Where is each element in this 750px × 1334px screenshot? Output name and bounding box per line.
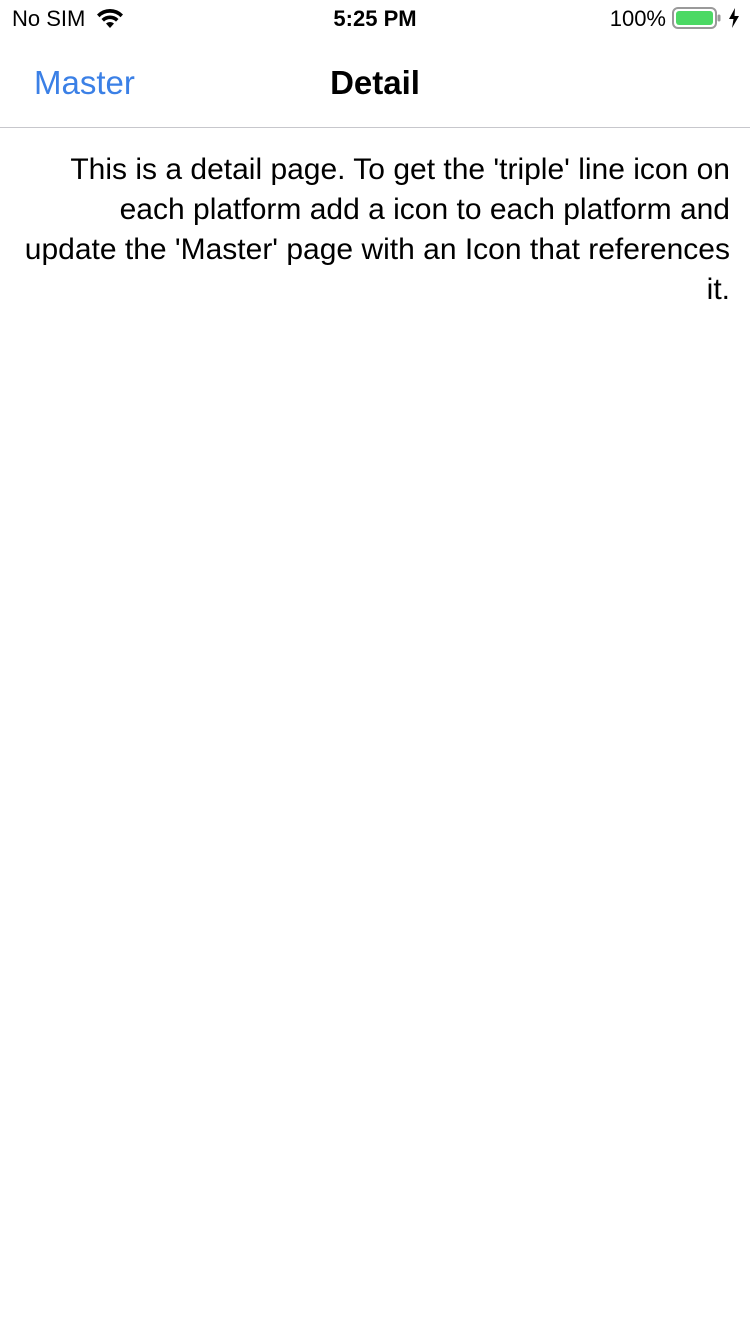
battery-percent: 100% [609, 6, 666, 31]
detail-description: This is a detail page. To get the 'tripl… [24, 153, 730, 306]
battery-icon [672, 6, 722, 30]
status-right: 100% [610, 6, 740, 32]
detail-content: This is a detail page. To get the 'tripl… [24, 150, 730, 310]
status-bar: No SIM 5:25 PM 100% [0, 0, 750, 40]
navigation-bar: Master Detail [0, 40, 750, 128]
page-title: Detail [330, 64, 420, 101]
charging-bolt-icon [728, 7, 740, 29]
